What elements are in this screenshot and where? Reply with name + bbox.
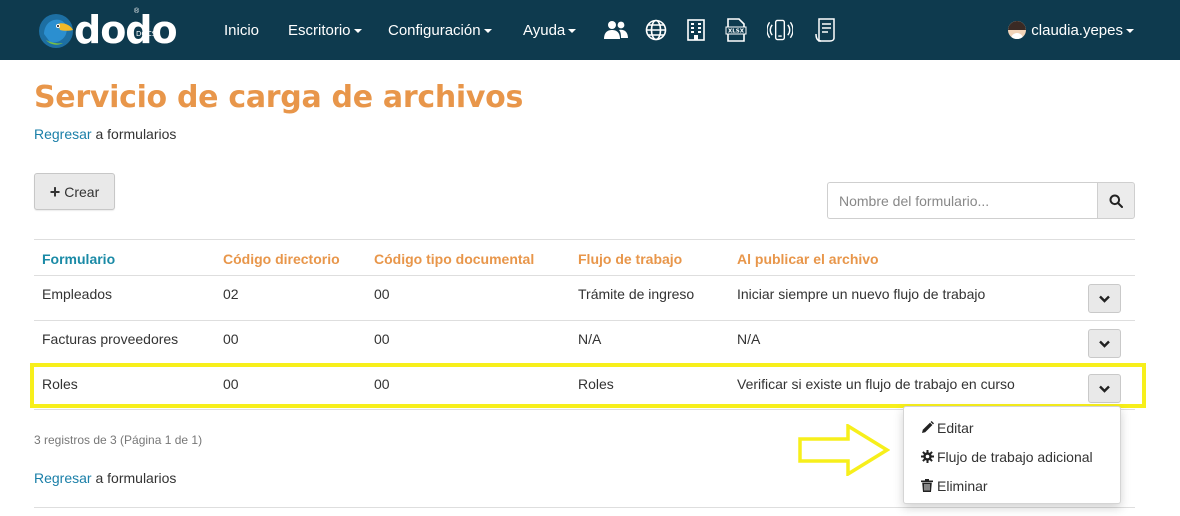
header-codigo-tipo-documental: Código tipo documental: [374, 250, 535, 267]
row-actions-dropdown: Editar Flujo de trabajo adicional Elimin…: [903, 406, 1121, 504]
caret-down-icon: [1126, 29, 1134, 33]
menu-item-flujo-adicional-label: Flujo de trabajo adicional: [937, 448, 1093, 465]
cell-codigo-directorio: 00: [223, 376, 239, 392]
avatar: [1008, 21, 1027, 39]
page-title: Servicio de carga de archivos: [34, 80, 524, 115]
cell-codigo-directorio: 00: [223, 331, 239, 347]
record-count: 3 registros de 3 (Página 1 de 1): [34, 433, 203, 447]
create-button[interactable]: + Crear: [34, 173, 115, 210]
cell-flujo-de-trabajo: Trámite de ingreso: [578, 286, 695, 302]
row-actions-button[interactable]: [1088, 374, 1121, 403]
users-icon[interactable]: [603, 17, 629, 43]
nav-escritorio[interactable]: Escritorio: [288, 0, 362, 60]
user-menu[interactable]: claudia.yepes: [1008, 0, 1134, 60]
pencil-icon: [920, 421, 934, 435]
cell-codigo-tipo-documental: 00: [374, 331, 390, 347]
building-icon[interactable]: [683, 17, 709, 43]
cell-al-publicar: N/A: [737, 331, 761, 347]
menu-item-eliminar-label: Eliminar: [937, 477, 988, 494]
nav-configuracion-label: Configuración: [388, 21, 481, 39]
nav-ayuda-label: Ayuda: [523, 21, 566, 39]
back-link-top-anchor[interactable]: Regresar: [34, 126, 92, 142]
table-header: Formulario Código directorio Código tipo…: [34, 239, 1135, 275]
search-input[interactable]: [827, 182, 1097, 219]
arrow-right-icon: [798, 424, 890, 476]
trash-icon: [920, 479, 934, 493]
back-link-bottom-rest: a formularios: [91, 470, 177, 486]
brand-registered-mark: ®: [134, 8, 140, 15]
menu-item-eliminar[interactable]: Eliminar: [904, 471, 1120, 500]
cell-al-publicar: Verificar si existe un flujo de trabajo …: [737, 376, 1015, 392]
forms-table: Formulario Código directorio Código tipo…: [34, 239, 1135, 410]
chevron-down-icon: [1099, 385, 1110, 393]
cell-formulario: Roles: [42, 376, 78, 392]
menu-item-editar-label: Editar: [937, 419, 974, 436]
search-group: [827, 182, 1135, 219]
menu-item-flujo-adicional[interactable]: Flujo de trabajo adicional: [904, 442, 1120, 471]
back-link-bottom-anchor[interactable]: Regresar: [34, 470, 92, 486]
caret-down-icon: [568, 29, 577, 33]
row-actions-button[interactable]: [1088, 329, 1121, 358]
header-flujo-de-trabajo: Flujo de trabajo: [578, 250, 683, 267]
nav-configuracion[interactable]: Configuración: [388, 0, 492, 60]
globe-icon[interactable]: [643, 17, 669, 43]
back-link-top-rest: a formularios: [91, 126, 177, 142]
cell-codigo-tipo-documental: 00: [374, 286, 390, 302]
cell-formulario: Facturas proveedores: [42, 331, 179, 347]
back-link-top: Regresar a formularios: [34, 126, 176, 142]
table-row: Empleados 02 00 Trámite de ingreso Inici…: [34, 275, 1135, 320]
back-link-bottom: Regresar a formularios: [34, 470, 176, 486]
xlsx-file-icon[interactable]: XLSX: [723, 17, 749, 43]
header-codigo-directorio: Código directorio: [223, 250, 340, 267]
search-button[interactable]: [1097, 182, 1135, 219]
brand-name: dodo: [74, 8, 178, 52]
chevron-down-icon: [1099, 340, 1110, 348]
dodo-bird-icon: [39, 14, 73, 48]
brand-subtitle: DOCS: [136, 30, 157, 38]
cell-codigo-directorio: 02: [223, 286, 239, 302]
cell-codigo-tipo-documental: 00: [374, 376, 390, 392]
plus-icon: +: [49, 181, 61, 202]
document-list-icon[interactable]: [813, 17, 839, 43]
table-row: Roles 00 00 Roles Verificar si existe un…: [34, 365, 1135, 410]
cell-flujo-de-trabajo: Roles: [578, 376, 614, 392]
user-name: claudia.yepes: [1031, 21, 1123, 39]
nav-inicio[interactable]: Inicio: [224, 0, 259, 60]
nav-escritorio-label: Escritorio: [288, 21, 351, 39]
svg-text:XLSX: XLSX: [728, 29, 745, 35]
create-button-label: Crear: [64, 183, 100, 200]
mobile-signal-icon[interactable]: [767, 17, 793, 43]
menu-item-editar[interactable]: Editar: [904, 413, 1120, 442]
cell-formulario: Empleados: [42, 286, 113, 302]
caret-down-icon: [483, 29, 492, 33]
header-formulario[interactable]: Formulario: [42, 240, 115, 275]
caret-down-icon: [353, 29, 362, 33]
cell-flujo-de-trabajo: N/A: [578, 331, 602, 347]
nav-ayuda[interactable]: Ayuda: [523, 0, 577, 60]
chevron-down-icon: [1099, 295, 1110, 303]
table-row: Facturas proveedores 00 00 N/A N/A: [34, 320, 1135, 365]
search-icon: [1109, 194, 1123, 208]
header-al-publicar: Al publicar el archivo: [737, 250, 879, 267]
gear-icon: [920, 450, 934, 464]
cell-al-publicar: Iniciar siempre un nuevo flujo de trabaj…: [737, 286, 986, 302]
row-actions-button[interactable]: [1088, 284, 1121, 313]
nav-inicio-label: Inicio: [224, 21, 260, 39]
top-navbar: dodo ® DOCS Inicio Escritorio Configurac…: [0, 0, 1180, 60]
brand-logo[interactable]: dodo: [36, 8, 196, 52]
divider: [34, 507, 1135, 508]
